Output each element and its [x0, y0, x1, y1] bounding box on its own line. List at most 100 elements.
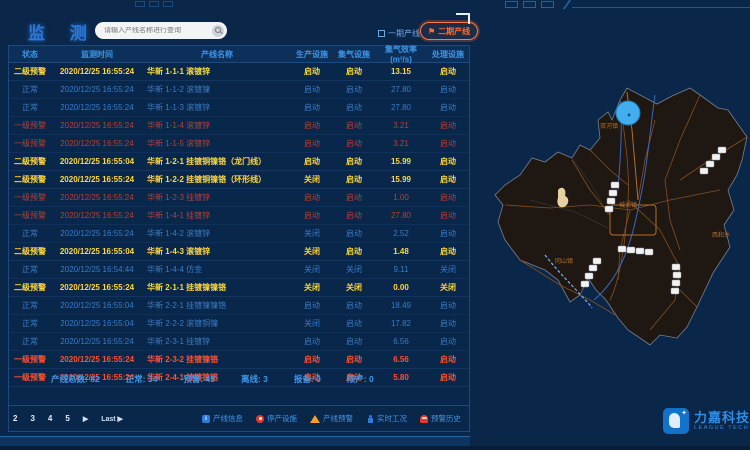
cell-gas: 启动: [333, 156, 375, 167]
page-button[interactable]: 2: [13, 414, 17, 423]
table-row[interactable]: 正常2020/12/25 16:55:04华新 2-2-2 滚镀铜镍关闭启动17…: [9, 315, 469, 333]
cell-treat: 启动: [427, 66, 469, 77]
facility-marker-icon[interactable]: [589, 265, 597, 271]
facility-marker-icon[interactable]: [611, 182, 619, 188]
cell-eff: 15.99: [375, 157, 427, 166]
table-row[interactable]: 二级预警2020/12/25 16:55:24华新 2-1-1 挂镀镍镍铬关闭关…: [9, 279, 469, 297]
cell-status: 正常: [9, 318, 51, 329]
facility-marker-icon[interactable]: [673, 272, 681, 278]
cell-status: 正常: [9, 300, 51, 311]
cell-prod: 启动: [291, 120, 333, 131]
cell-eff: 2.52: [375, 229, 427, 238]
cell-prod: 关闭: [291, 264, 333, 275]
legend-info[interactable]: i产线信息: [202, 413, 243, 424]
cell-gas: 启动: [333, 354, 375, 365]
table-row[interactable]: 二级预警2020/12/25 16:55:04华新 1-2-1 挂镀铜镍铬（龙门…: [9, 153, 469, 171]
cell-eff: 0.00: [375, 283, 427, 292]
table-row[interactable]: 二级预警2020/12/25 16:55:04华新 1-4-3 滚镀锌关闭启动1…: [9, 243, 469, 261]
cell-time: 2020/12/25 16:55:24: [51, 193, 143, 202]
cell-prod: 关闭: [291, 174, 333, 185]
table-row[interactable]: 一级预警2020/12/25 16:55:24华新 1-1-4 滚镀锌启动启动3…: [9, 117, 469, 135]
column-header: 处理设施: [427, 49, 469, 60]
deco-squares-left: [135, 1, 173, 7]
cell-treat: 关闭: [427, 282, 469, 293]
cell-status: 正常: [9, 264, 51, 275]
cell-gas: 启动: [333, 318, 375, 329]
facility-marker-icon[interactable]: [585, 273, 593, 279]
page-title: 监 测: [28, 19, 97, 44]
facility-marker-icon[interactable]: [636, 248, 644, 254]
cell-treat: 启动: [427, 138, 469, 149]
facility-marker-icon[interactable]: [706, 161, 714, 167]
table-row[interactable]: 正常2020/12/25 16:55:24华新 1-1-2 滚镀镍启动启动27.…: [9, 81, 469, 99]
district-map[interactable]: 双河镇城关镇西和乡冈山镇: [470, 0, 750, 450]
cell-time: 2020/12/25 16:55:24: [51, 121, 143, 130]
alert-circle-marker[interactable]: [616, 101, 640, 125]
cell-status: 二级预警: [9, 282, 51, 293]
facility-marker-icon[interactable]: [605, 206, 613, 212]
table-row[interactable]: 正常2020/12/25 16:54:44华新 1-4-4 仿金关闭关闭9.11…: [9, 261, 469, 279]
facility-marker-icon[interactable]: [627, 247, 635, 253]
cell-gas: 启动: [333, 138, 375, 149]
cell-eff: 17.82: [375, 319, 427, 328]
cell-status: 一级预警: [9, 120, 51, 131]
facility-marker-icon[interactable]: [645, 249, 653, 255]
page-button[interactable]: 4: [48, 414, 52, 423]
cell-time: 2020/12/25 16:55:04: [51, 319, 143, 328]
legend-warn[interactable]: 产线预警: [310, 413, 353, 424]
table-row[interactable]: 正常2020/12/25 16:55:24华新 1-1-3 滚镀锌启动启动27.…: [9, 99, 469, 117]
live-icon: [366, 415, 374, 423]
facility-marker-icon[interactable]: [671, 288, 679, 294]
table-row[interactable]: 一级预警2020/12/25 16:55:24华新 1-2-3 挂镀锌启动启动1…: [9, 189, 469, 207]
table-row[interactable]: 二级预警2020/12/25 16:55:24华新 1-2-2 挂镀铜镍铬（环形…: [9, 171, 469, 189]
cell-name: 华新 1-4-4 仿金: [143, 264, 291, 275]
cell-name: 华新 1-4-3 滚镀锌: [143, 246, 291, 257]
table-row[interactable]: 二级预警2020/12/25 16:55:24华新 1-1-1 滚镀锌启动启动1…: [9, 63, 469, 81]
legend-live[interactable]: 实时工况: [366, 413, 407, 424]
cell-name: 华新 1-2-2 挂镀铜镍铬（环形线）: [143, 174, 291, 185]
legend-label: 预警历史: [431, 413, 461, 424]
column-header: 集气效率(m³/s): [375, 44, 427, 64]
facility-marker-icon[interactable]: [672, 264, 680, 270]
table-row[interactable]: 一级预警2020/12/25 16:55:24华新 2-3-2 挂镀镍铬启动启动…: [9, 351, 469, 369]
facility-marker-icon[interactable]: [700, 168, 708, 174]
cell-prod: 关闭: [291, 246, 333, 257]
region-label: 冈山镇: [555, 257, 573, 265]
search-input[interactable]: [104, 27, 212, 34]
panel-corner-bracket: [456, 13, 470, 24]
facility-marker-icon[interactable]: [718, 147, 726, 153]
legend-label: 产线信息: [213, 413, 243, 424]
facility-marker-icon[interactable]: [618, 246, 626, 252]
legend-stop[interactable]: 停产设施: [256, 413, 297, 424]
table-row[interactable]: 一级预警2020/12/25 16:55:24华新 1-1-5 滚镀锌启动启动3…: [9, 135, 469, 153]
search-icon[interactable]: [212, 25, 224, 37]
phase1-checkbox[interactable]: 一期产线: [378, 28, 420, 39]
map-svg: 双河镇城关镇西和乡冈山镇: [470, 0, 750, 450]
cell-name: 华新 2-3-2 挂镀镍铬: [143, 354, 291, 365]
page-button[interactable]: 5: [65, 414, 69, 423]
facility-marker-icon[interactable]: [593, 258, 601, 264]
table-row[interactable]: 正常2020/12/25 16:55:24华新 2-3-1 挂镀锌启动启动6.5…: [9, 333, 469, 351]
facility-marker-icon[interactable]: [609, 190, 617, 196]
cell-prod: 启动: [291, 210, 333, 221]
legend-alarm[interactable]: 预警历史: [420, 413, 461, 424]
checkbox-icon[interactable]: [378, 30, 385, 37]
cell-gas: 启动: [333, 174, 375, 185]
cell-treat: 启动: [427, 318, 469, 329]
cell-name: 华新 1-4-1 挂镀锌: [143, 210, 291, 221]
region-label: 西和乡: [712, 231, 730, 239]
cell-time: 2020/12/25 16:55:24: [51, 337, 143, 346]
cell-time: 2020/12/25 16:55:24: [51, 175, 143, 184]
page-button[interactable]: 3: [30, 414, 34, 423]
facility-marker-icon[interactable]: [672, 280, 680, 286]
facility-marker-icon[interactable]: [581, 281, 589, 287]
facility-marker-icon[interactable]: [712, 154, 720, 160]
last-page-button[interactable]: Last ▶: [101, 415, 123, 423]
cell-status: 一级预警: [9, 210, 51, 221]
cell-status: 一级预警: [9, 192, 51, 203]
facility-marker-icon[interactable]: [607, 198, 615, 204]
table-row[interactable]: 正常2020/12/25 16:55:24华新 1-4-2 滚镀锌关闭启动2.5…: [9, 225, 469, 243]
table-row[interactable]: 正常2020/12/25 16:55:04华新 2-2-1 挂镀镍镍铬启动启动1…: [9, 297, 469, 315]
table-row[interactable]: 一级预警2020/12/25 16:55:24华新 1-4-1 挂镀锌启动启动2…: [9, 207, 469, 225]
next-page-button[interactable]: ▶: [83, 415, 88, 423]
